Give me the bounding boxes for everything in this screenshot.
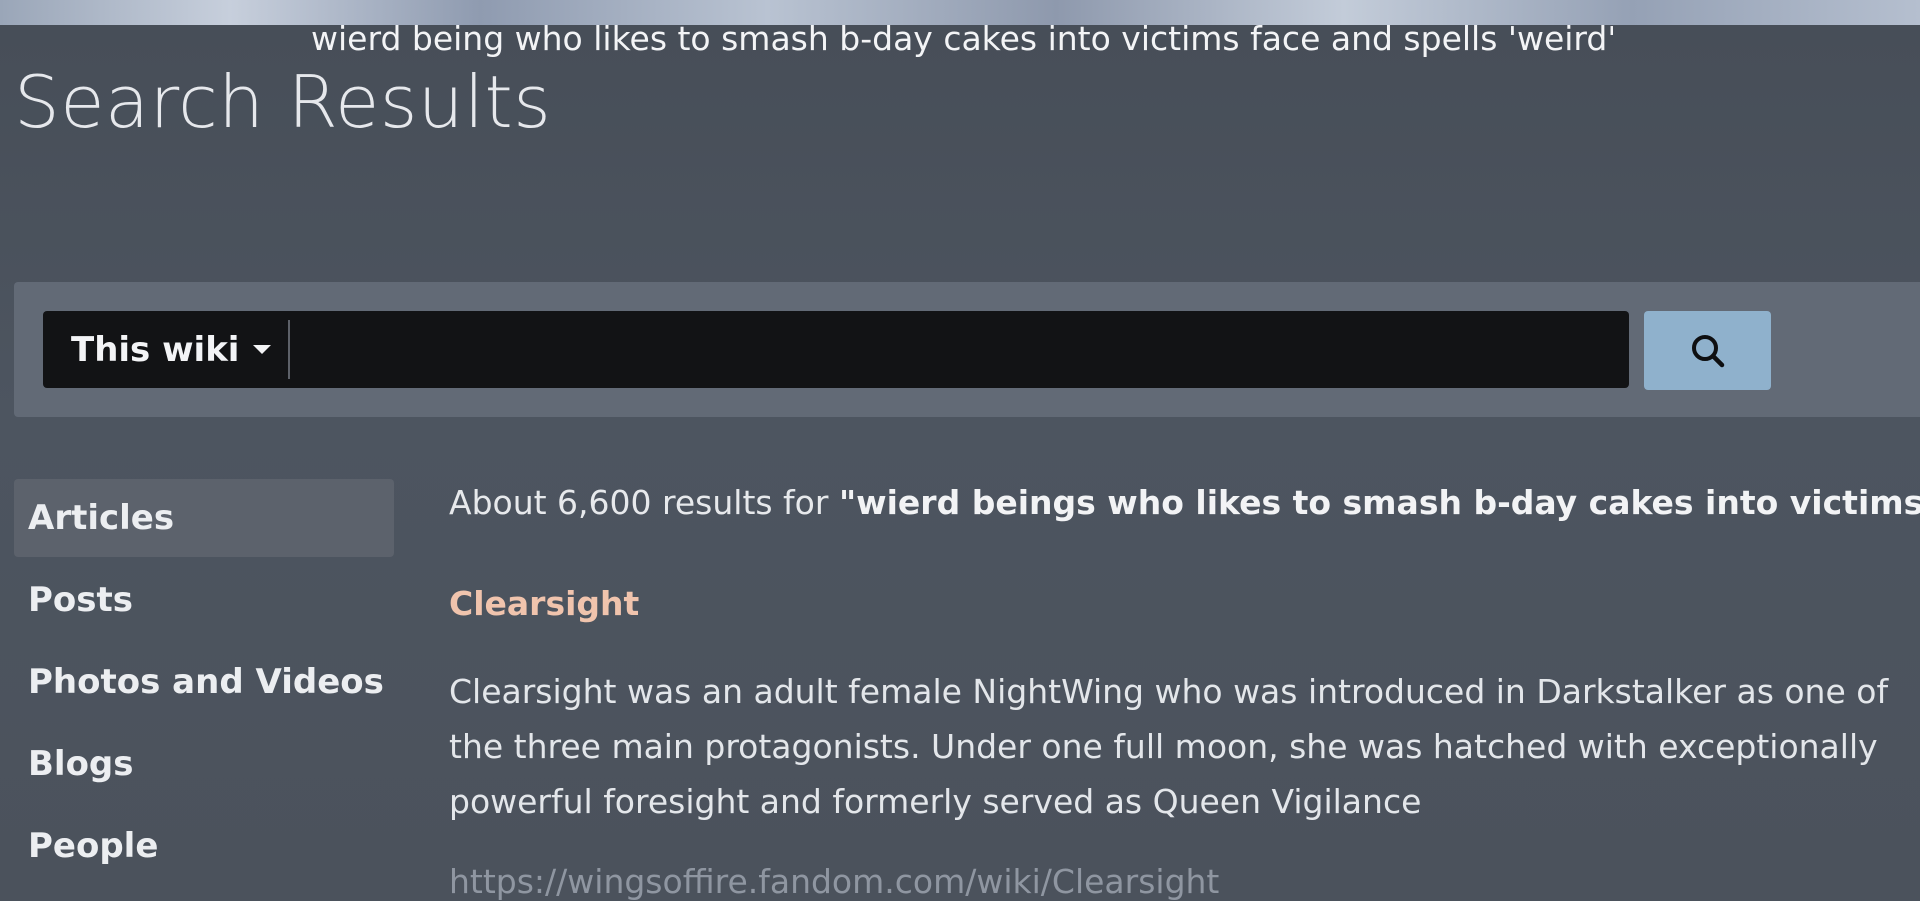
- sidebar-item-people[interactable]: People: [14, 807, 394, 885]
- result-title-link[interactable]: Clearsight: [449, 584, 639, 623]
- results-count: About 6,600 results for "wierd beings wh…: [449, 470, 1920, 536]
- search-bar: This wiki: [43, 311, 1629, 388]
- scope-dropdown-label: This wiki: [71, 329, 240, 370]
- result-url-link[interactable]: https://wingsoffire.fandom.com/wiki/Clea…: [449, 862, 1219, 901]
- sidebar-item-photos-and-videos[interactable]: Photos and Videos: [14, 643, 394, 721]
- sidebar-item-posts[interactable]: Posts: [14, 561, 394, 639]
- results-count-query: "wierd beings who likes to smash b-day c…: [838, 483, 1920, 522]
- sidebar-item-blogs[interactable]: Blogs: [14, 725, 394, 803]
- search-icon: [1691, 334, 1724, 367]
- search-button[interactable]: [1644, 311, 1771, 390]
- results-count-prefix: About 6,600 results for: [449, 483, 839, 522]
- scope-dropdown[interactable]: This wiki: [43, 311, 289, 388]
- sidebar-item-articles[interactable]: Articles: [14, 479, 394, 557]
- divider: [288, 320, 290, 379]
- result-snippet: Clearsight was an adult female NightWing…: [449, 672, 1889, 821]
- caret-down-icon: [253, 345, 272, 354]
- search-input[interactable]: wierd being who likes to smash b-day cak…: [311, 0, 1613, 77]
